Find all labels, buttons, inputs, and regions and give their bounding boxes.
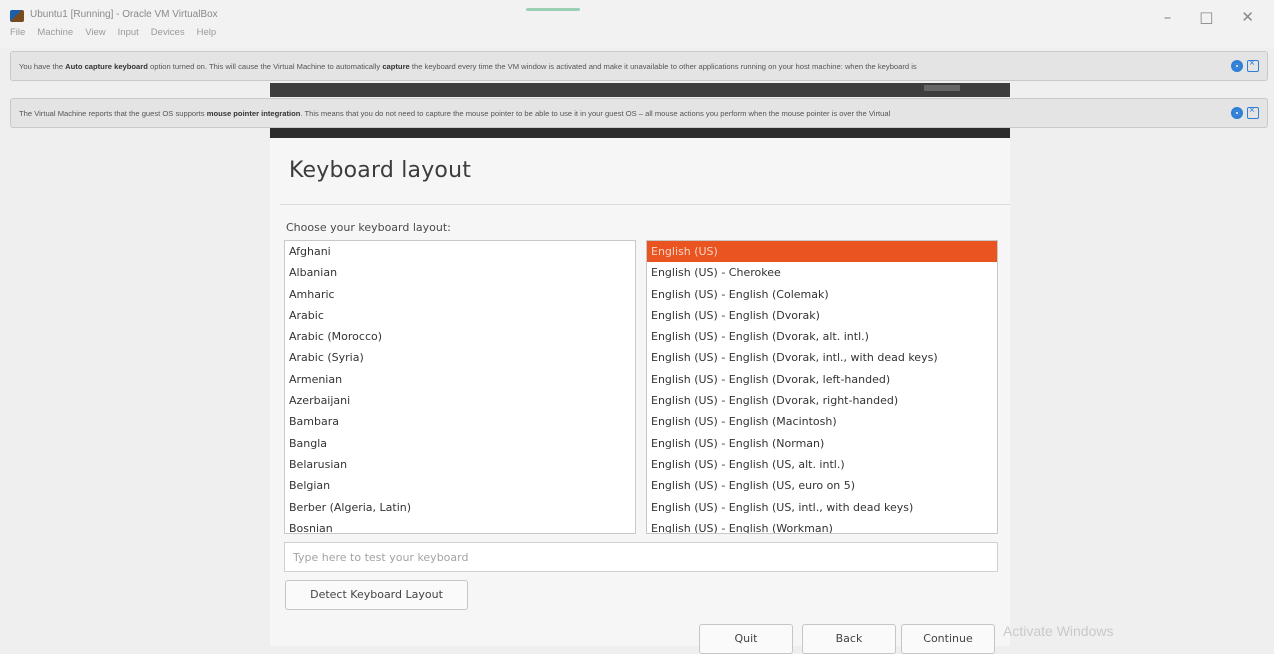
list-item[interactable]: Azerbaijani [285, 390, 635, 411]
close-notification-icon[interactable] [1247, 58, 1259, 72]
list-item[interactable]: Albanian [285, 262, 635, 283]
menu-file[interactable]: File [10, 27, 25, 38]
list-item[interactable]: Belgian [285, 475, 635, 496]
variant-item-selected[interactable]: English (US) [647, 241, 997, 263]
keyboard-capture-notification: You have the Auto capture keyboard optio… [10, 51, 1268, 81]
list-item[interactable]: Berber (Algeria, Latin) [285, 497, 635, 518]
window-title: Ubuntu1 [Running] - Oracle VM VirtualBox [30, 9, 218, 20]
menu-bar: File Machine View Input Devices Help [10, 27, 216, 38]
window-controls: – □ ✕ [1164, 8, 1254, 26]
variant-item[interactable]: English (US) - English (Norman) [647, 433, 997, 454]
installer-panel: Keyboard layout Choose your keyboard lay… [270, 128, 1010, 654]
list-item[interactable]: Arabic [285, 305, 635, 326]
quit-button[interactable]: Quit [699, 624, 793, 654]
choose-layout-label: Choose your keyboard layout: [286, 221, 451, 234]
variant-item[interactable]: English (US) - English (Colemak) [647, 284, 997, 305]
detect-keyboard-layout-button[interactable]: Detect Keyboard Layout [285, 580, 468, 610]
variant-item[interactable]: English (US) - English (Dvorak, left-han… [647, 369, 997, 390]
activate-windows-watermark: Activate Windows [1003, 623, 1114, 639]
variant-item[interactable]: English (US) - English (US, euro on 5) [647, 475, 997, 496]
list-item[interactable]: Belarusian [285, 454, 635, 475]
variant-item[interactable]: English (US) - English (Dvorak, alt. int… [647, 326, 997, 347]
back-button[interactable]: Back [802, 624, 896, 654]
list-item[interactable]: Arabic (Syria) [285, 347, 635, 368]
variant-item[interactable]: English (US) - English (Dvorak) [647, 305, 997, 326]
menu-input[interactable]: Input [118, 27, 139, 38]
vm-topbar-strip [270, 83, 1010, 97]
continue-button[interactable]: Continue [901, 624, 995, 654]
virtualbox-icon [10, 10, 24, 22]
divider [280, 204, 1010, 205]
close-notification-icon[interactable] [1247, 105, 1259, 119]
variant-item[interactable]: English (US) - English (US, intl., with … [647, 497, 997, 518]
maximize-button[interactable]: □ [1199, 8, 1213, 26]
title-accent [526, 8, 580, 11]
layout-list[interactable]: Afghani Albanian Amharic Arabic Arabic (… [284, 240, 636, 534]
variant-item[interactable]: English (US) - English (Dvorak, intl., w… [647, 347, 997, 368]
info-toggle-icon[interactable] [1231, 60, 1243, 72]
variant-item[interactable]: English (US) - English (Macintosh) [647, 411, 997, 432]
page-title: Keyboard layout [289, 158, 472, 183]
list-item[interactable]: Bosnian [285, 518, 635, 533]
menu-help[interactable]: Help [197, 27, 217, 38]
close-button[interactable]: ✕ [1241, 8, 1254, 26]
mouse-integration-notification: The Virtual Machine reports that the gue… [10, 98, 1268, 128]
list-item[interactable]: Afghani [285, 241, 635, 262]
variant-item[interactable]: English (US) - Cherokee [647, 262, 997, 283]
info-toggle-icon[interactable] [1231, 107, 1243, 119]
menu-machine[interactable]: Machine [37, 27, 73, 38]
list-item[interactable]: Arabic (Morocco) [285, 326, 635, 347]
variant-item[interactable]: English (US) - English (US, alt. intl.) [647, 454, 997, 475]
list-item[interactable]: Amharic [285, 284, 635, 305]
keyboard-test-input[interactable] [284, 542, 998, 572]
installer-topbar [270, 128, 1010, 138]
variant-item[interactable]: English (US) - English (Dvorak, right-ha… [647, 390, 997, 411]
variant-item[interactable]: English (US) - English (Workman) [647, 518, 997, 533]
list-item[interactable]: Bangla [285, 433, 635, 454]
menu-devices[interactable]: Devices [151, 27, 185, 38]
variant-list[interactable]: English (US) English (US) - Cherokee Eng… [646, 240, 998, 534]
minimize-button[interactable]: – [1164, 8, 1172, 26]
list-item[interactable]: Bambara [285, 411, 635, 432]
list-item[interactable]: Armenian [285, 369, 635, 390]
menu-view[interactable]: View [85, 27, 105, 38]
window-titlebar: Ubuntu1 [Running] - Oracle VM VirtualBox… [0, 0, 1274, 48]
